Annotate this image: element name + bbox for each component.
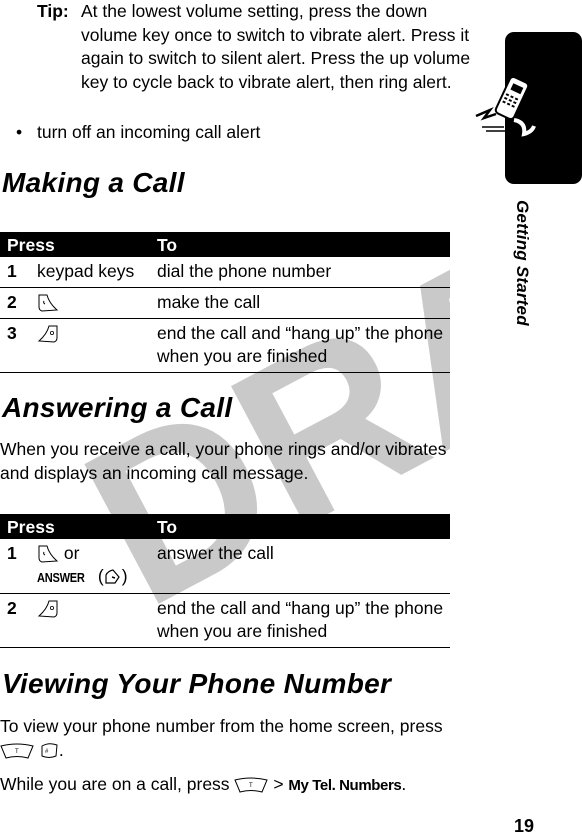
table-row: 2 make the call: [0, 287, 450, 319]
row-press: [37, 287, 157, 319]
row-number: 1: [0, 539, 37, 594]
chapter-title: Getting Started: [513, 200, 532, 326]
table-row: 2 end the call and “hang up” the phone w…: [0, 593, 450, 648]
row-to: make the call: [157, 287, 450, 319]
viewing-para-2: While you are on a call, press T > My Te…: [0, 773, 480, 798]
page-number: 19: [514, 816, 535, 836]
table-row: 1 or ANSWER () answer the call: [0, 539, 450, 594]
svg-text:T: T: [249, 783, 253, 789]
row-press: or ANSWER (): [37, 539, 157, 594]
viewing-para-2-end: .: [401, 774, 407, 794]
end-key-icon: [37, 325, 58, 343]
header-press: Press: [0, 232, 157, 257]
softkey-label: ANSWER: [37, 570, 85, 585]
row-to: end the call and “hang up” the phone whe…: [157, 593, 450, 648]
menu-key-icon: T: [0, 743, 34, 759]
row-number: 2: [0, 287, 37, 319]
viewing-para-2-text: While you are on a call, press: [0, 774, 230, 794]
row-number: 3: [0, 318, 37, 373]
row-press: [37, 318, 157, 373]
svg-text:#: #: [45, 749, 49, 755]
heading-making-a-call: Making a Call: [2, 167, 185, 198]
header-to: To: [157, 514, 450, 539]
bullet-item: • turn off an incoming call alert: [16, 121, 260, 144]
table-header: Press To: [0, 514, 450, 539]
pound-key-icon: #: [41, 743, 58, 758]
heading-answering-a-call: Answering a Call: [2, 392, 233, 423]
viewing-para-1-text: To view your phone number from the home …: [0, 716, 443, 736]
table-row: 3 end the call and “hang up” the phone w…: [0, 318, 450, 373]
header-to: To: [157, 232, 450, 257]
header-press: Press: [0, 514, 157, 539]
answering-intro: When you receive a call, your phone ring…: [0, 439, 447, 483]
making-call-table: Press To 1 keypad keys dial the phone nu…: [0, 232, 450, 373]
bullet-symbol: •: [16, 122, 23, 142]
tip-label: Tip:: [37, 1, 69, 21]
heading-viewing-phone-number: Viewing Your Phone Number: [2, 668, 392, 699]
viewing-para-1-end: .: [58, 739, 64, 760]
row-press: [37, 593, 157, 648]
soft-key-icon: [105, 569, 120, 584]
svg-text:T: T: [15, 749, 19, 755]
running-phone-icon: [475, 75, 536, 137]
bullet-text: turn off an incoming call alert: [37, 122, 261, 142]
menu-item-my-tel-numbers: My Tel. Numbers: [288, 777, 402, 794]
row-number: 1: [0, 257, 37, 288]
table-header: Press To: [0, 232, 450, 257]
viewing-para-1: To view your phone number from the home …: [0, 715, 480, 762]
tip-text: At the lowest volume setting, press the …: [81, 1, 471, 92]
or-text: or: [63, 543, 80, 563]
tip: Tip: At the lowest volume setting, press…: [37, 0, 482, 94]
end-key-icon: [37, 600, 58, 618]
row-press: keypad keys: [37, 257, 157, 288]
row-number: 2: [0, 593, 37, 648]
row-to: dial the phone number: [157, 257, 450, 288]
menu-separator: >: [273, 774, 284, 794]
answering-call-table: Press To 1 or ANSWER () answer the call …: [0, 514, 450, 648]
table-row: 1 keypad keys dial the phone number: [0, 257, 450, 288]
row-to: end the call and “hang up” the phone whe…: [157, 318, 450, 373]
softkey-paren: (): [97, 566, 128, 586]
send-key-icon: [38, 294, 59, 312]
row-to: answer the call: [157, 539, 450, 594]
menu-key-icon: T: [234, 777, 269, 793]
send-key-icon: [38, 545, 59, 563]
